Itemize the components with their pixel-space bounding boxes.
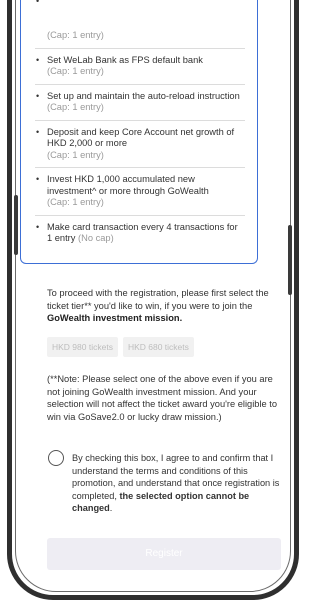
consent-text: By checking this box, I agree to and con… [72, 452, 282, 515]
task-cap: (Cap: 1 entry) [47, 102, 104, 112]
mission-task-list: (Cap: 1 entry) Set WeLab Bank as FPS def… [35, 0, 245, 251]
task-cap: (Cap: 1 entry) [47, 197, 104, 207]
task-title: Set WeLab Bank as FPS default bank [47, 54, 203, 65]
task-item: (Cap: 1 entry) [35, 0, 245, 49]
task-item: Deposit and keep Core Account net growth… [35, 121, 245, 168]
task-cap: (No cap) [78, 233, 114, 243]
task-cap: (Cap: 1 entry) [47, 30, 104, 40]
mission-tasks-card: (Cap: 1 entry) Set WeLab Bank as FPS def… [20, 0, 258, 264]
consent-end: . [109, 503, 113, 514]
proceed-text: To proceed with the registration, please… [47, 288, 269, 311]
task-item: Make card transaction every 4 transactio… [35, 216, 245, 251]
tier-hkd-980-button[interactable]: HKD 980 tickets [47, 337, 118, 357]
task-title: Set up and maintain the auto-reload inst… [47, 90, 240, 101]
proceed-bold: GoWealth investment mission. [47, 313, 183, 323]
task-cap: (Cap: 1 entry) [47, 149, 104, 160]
ticket-tier-options: HKD 980 tickets HKD 680 tickets [47, 337, 194, 357]
phone-side-button-right [288, 225, 292, 295]
task-item: Set WeLab Bank as FPS default bank (Cap:… [35, 49, 245, 85]
phone-side-button-left [14, 195, 18, 255]
register-button[interactable]: Register [47, 538, 281, 570]
task-cap: (Cap: 1 entry) [47, 66, 104, 76]
proceed-instruction: To proceed with the registration, please… [47, 287, 283, 325]
tier-note: (**Note: Please select one of the above … [47, 374, 278, 422]
tier-hkd-680-button[interactable]: HKD 680 tickets [122, 337, 194, 357]
task-item: Invest HKD 1,000 accumulated new investm… [35, 168, 245, 216]
consent-checkbox[interactable] [48, 450, 64, 466]
task-title: Deposit and keep Core Account net growth… [47, 126, 235, 149]
task-title: Invest HKD 1,000 accumulated new investm… [47, 174, 209, 196]
task-title: Make card transaction every 4 transactio… [47, 221, 238, 244]
task-item: Set up and maintain the auto-reload inst… [35, 85, 245, 121]
